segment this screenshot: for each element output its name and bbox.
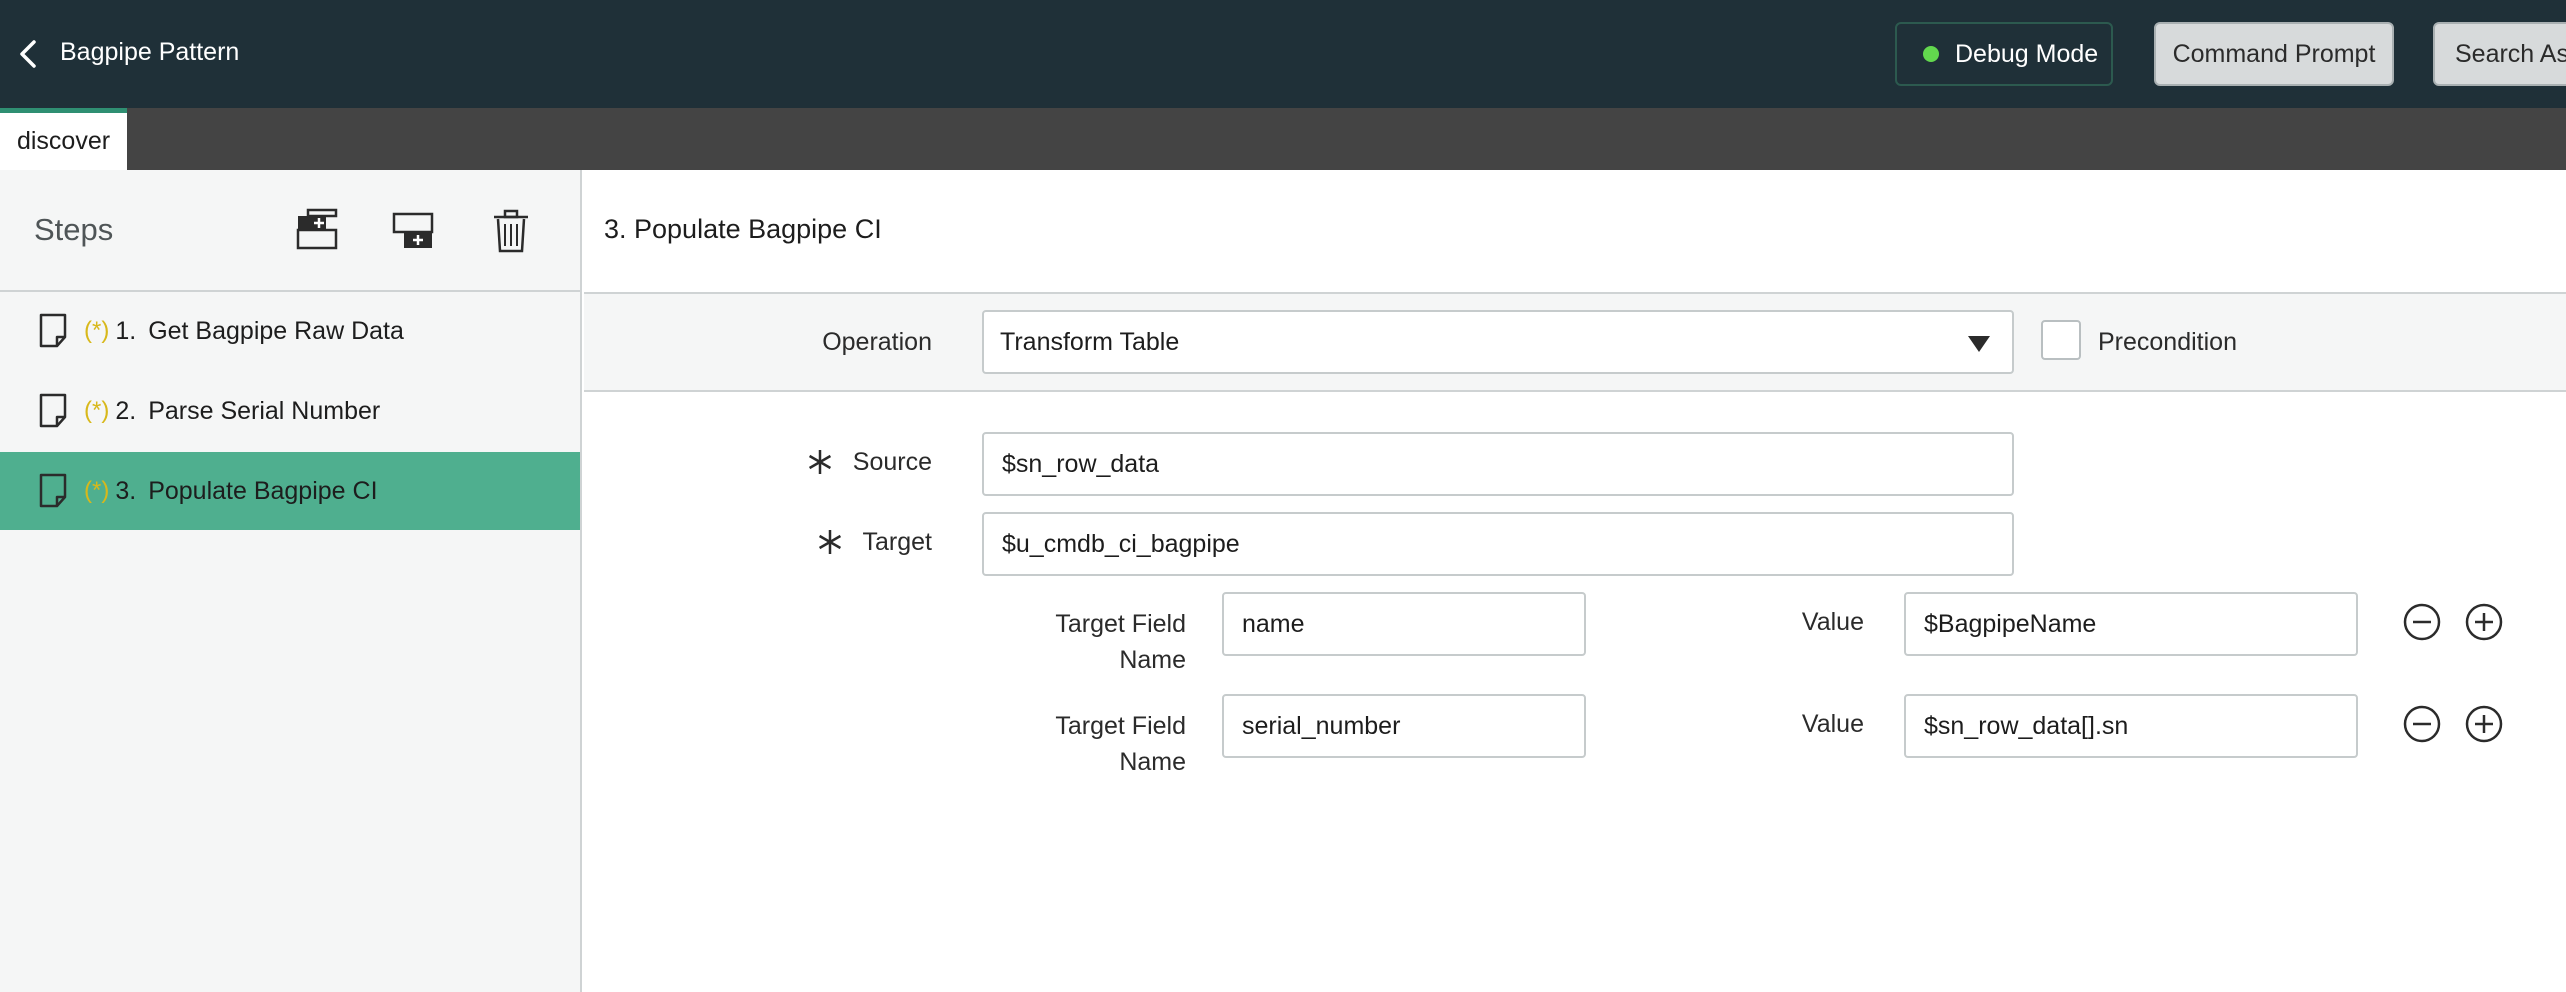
step-editor: 3. Populate Bagpipe CI Operation Transfo… <box>584 170 2566 992</box>
add-row-icon[interactable] <box>2464 704 2504 744</box>
required-mark: (*) <box>84 397 110 424</box>
app-header: Bagpipe Pattern Debug Mode Command Promp… <box>0 0 2566 108</box>
value-input[interactable] <box>1904 592 2358 656</box>
tab-strip: discover <box>0 108 2566 170</box>
steps-header: Steps <box>0 170 580 292</box>
status-dot-icon <box>1923 46 1939 62</box>
document-icon <box>39 473 67 508</box>
required-asterisk-icon <box>818 530 842 554</box>
target-field-name-input[interactable] <box>1222 694 1586 758</box>
debug-mode-label: Debug Mode <box>1955 39 2099 68</box>
tab-discover[interactable]: discover <box>0 108 127 170</box>
add-row-icon[interactable] <box>2464 602 2504 642</box>
remove-row-icon[interactable] <box>2402 602 2442 642</box>
value-label: Value <box>1801 710 1864 738</box>
label-line: Target Field <box>1055 610 1186 638</box>
operation-select[interactable]: Transform Table <box>982 310 2014 374</box>
source-input[interactable] <box>982 432 2014 496</box>
operation-label: Operation <box>822 328 932 356</box>
source-label: Source <box>852 448 932 476</box>
trash-icon[interactable] <box>488 208 534 254</box>
step-number: 3. <box>115 476 137 505</box>
step-number: 1. <box>115 316 137 345</box>
label-line: Target Field <box>1055 712 1186 740</box>
document-icon <box>39 393 67 428</box>
target-label: Target <box>862 528 932 556</box>
step-label: Parse Serial Number <box>148 396 381 425</box>
target-field-name-input[interactable] <box>1222 592 1586 656</box>
target-field-name-label: Target Field Name <box>1044 708 1186 780</box>
steps-sidebar: Steps (*) 1. Get Bagpipe Raw Data (*) 2.… <box>0 170 582 992</box>
operation-row: Operation Transform Table Precondition <box>584 292 2566 392</box>
value-label: Value <box>1801 608 1864 636</box>
debug-mode-button[interactable]: Debug Mode <box>1895 22 2113 86</box>
required-asterisk-icon <box>808 450 832 474</box>
target-input[interactable] <box>982 512 2014 576</box>
step-item-3[interactable]: (*) 3. Populate Bagpipe CI <box>0 452 580 530</box>
label-line: Name <box>1119 646 1186 674</box>
precondition-label: Precondition <box>2098 328 2237 356</box>
value-input[interactable] <box>1904 694 2358 758</box>
add-step-above-icon[interactable] <box>294 208 340 254</box>
step-label: Get Bagpipe Raw Data <box>148 316 404 345</box>
operation-value: Transform Table <box>1000 327 1180 356</box>
step-number: 2. <box>115 396 137 425</box>
step-item-1[interactable]: (*) 1. Get Bagpipe Raw Data <box>0 292 580 370</box>
search-label: Search Ass <box>2455 39 2566 68</box>
step-title: 3. Populate Bagpipe CI <box>604 214 882 244</box>
add-step-below-icon[interactable] <box>390 208 436 254</box>
steps-title: Steps <box>34 212 114 247</box>
document-icon <box>39 313 67 348</box>
search-button[interactable]: Search Ass <box>2433 22 2566 86</box>
precondition-checkbox[interactable] <box>2041 320 2081 360</box>
remove-row-icon[interactable] <box>2402 704 2442 744</box>
page-title: Bagpipe Pattern <box>60 38 240 66</box>
required-mark: (*) <box>84 317 110 344</box>
chevron-left-icon[interactable] <box>14 36 44 72</box>
command-prompt-label: Command Prompt <box>2172 39 2376 68</box>
target-field-name-label: Target Field Name <box>1044 606 1186 678</box>
step-label: Populate Bagpipe CI <box>148 476 378 505</box>
step-item-2[interactable]: (*) 2. Parse Serial Number <box>0 372 580 450</box>
caret-down-icon <box>1968 336 1990 352</box>
required-mark: (*) <box>84 477 110 504</box>
label-line: Name <box>1119 748 1186 776</box>
command-prompt-button[interactable]: Command Prompt <box>2154 22 2394 86</box>
